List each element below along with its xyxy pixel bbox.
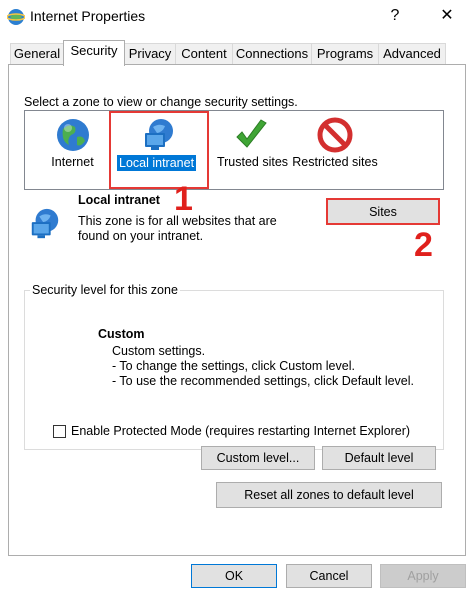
reset-all-zones-button[interactable]: Reset all zones to default level — [216, 482, 442, 508]
zone-list[interactable]: Internet Local intranet Trusted sites Re… — [24, 110, 444, 190]
cancel-button[interactable]: Cancel — [286, 564, 372, 588]
zone-label: Internet — [51, 155, 94, 169]
custom-level-button[interactable]: Custom level... — [201, 446, 315, 470]
intranet-icon — [31, 208, 59, 239]
annotation-1: 1 — [174, 180, 193, 218]
close-button[interactable]: ✕ — [432, 4, 462, 28]
security-level-line2: - To change the settings, click Custom l… — [112, 359, 355, 373]
tab-security[interactable]: Security — [63, 40, 125, 66]
protected-mode-checkbox[interactable] — [53, 425, 66, 438]
zone-label: Trusted sites — [216, 155, 289, 169]
annotation-2: 2 — [414, 226, 433, 264]
intranet-icon — [145, 119, 173, 150]
tab-content[interactable]: Content — [175, 43, 233, 65]
security-level-line1: Custom settings. — [112, 344, 206, 358]
zone-local-intranet[interactable]: Local intranet — [109, 111, 209, 189]
protected-mode-label: Enable Protected Mode (requires restarti… — [71, 424, 411, 438]
selected-zone-description-line2: found on your intranet. — [78, 229, 204, 243]
tab-connections[interactable]: Connections — [232, 43, 312, 65]
title-bar: Internet Properties ? ✕ — [0, 0, 474, 34]
security-level-title: Custom — [98, 327, 145, 341]
zone-internet[interactable]: Internet — [25, 113, 120, 185]
checkmark-icon — [236, 119, 267, 148]
ie-globe-icon — [7, 9, 25, 25]
zone-prompt: Select a zone to view or change security… — [24, 95, 298, 109]
globe-icon — [57, 119, 89, 151]
zone-trusted-sites[interactable]: Trusted sites — [205, 113, 300, 185]
tab-programs[interactable]: Programs — [311, 43, 379, 65]
default-level-button[interactable]: Default level — [322, 446, 436, 470]
tab-general[interactable]: General — [10, 43, 64, 65]
restricted-icon — [317, 117, 353, 153]
tab-advanced[interactable]: Advanced — [378, 43, 446, 65]
ok-button[interactable]: OK — [191, 564, 277, 588]
security-level-line3: - To use the recommended settings, click… — [112, 374, 414, 388]
selected-zone-title: Local intranet — [78, 193, 160, 207]
tab-privacy[interactable]: Privacy — [124, 43, 176, 65]
help-button[interactable]: ? — [380, 4, 410, 28]
apply-button[interactable]: Apply — [380, 564, 466, 588]
zone-label: Local intranet — [117, 155, 197, 171]
window-title: Internet Properties — [30, 8, 146, 24]
zone-restricted-sites[interactable]: Restricted sites — [287, 113, 383, 185]
security-level-group-label: Security level for this zone — [30, 283, 180, 297]
sites-button[interactable]: Sites — [326, 198, 440, 225]
zone-label: Restricted sites — [292, 155, 378, 169]
